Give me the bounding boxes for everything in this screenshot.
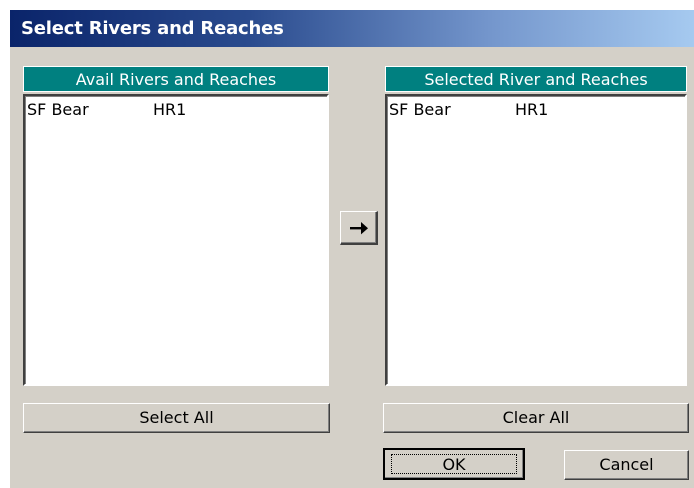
ok-focus-rect: [391, 454, 517, 474]
arrow-right-icon: [350, 222, 368, 235]
selected-item-reach: HR1: [515, 100, 549, 119]
available-item-reach: HR1: [153, 100, 187, 119]
select-all-button[interactable]: Select All: [23, 403, 330, 433]
cancel-label: Cancel: [599, 455, 654, 474]
title-bar[interactable]: Select Rivers and Reaches: [10, 10, 694, 47]
move-right-button[interactable]: [340, 211, 378, 245]
ok-button[interactable]: OK: [383, 448, 525, 480]
select-rivers-dialog: Select Rivers and Reaches Avail Rivers a…: [9, 9, 694, 488]
clear-all-label: Clear All: [502, 408, 570, 427]
available-list-header: Avail Rivers and Reaches: [23, 66, 329, 92]
selected-panel: Selected River and Reaches SF Bear HR1: [385, 66, 687, 386]
available-item-river: SF Bear: [27, 100, 89, 119]
cancel-button[interactable]: Cancel: [564, 450, 689, 480]
available-panel: Avail Rivers and Reaches SF Bear HR1: [23, 66, 329, 386]
selected-item-river: SF Bear: [389, 100, 451, 119]
available-listbox[interactable]: SF Bear HR1: [23, 94, 329, 386]
available-list-item[interactable]: SF Bear HR1: [25, 100, 327, 122]
clear-all-button[interactable]: Clear All: [383, 403, 689, 433]
selected-listbox[interactable]: SF Bear HR1: [385, 94, 687, 386]
selected-list-header: Selected River and Reaches: [385, 66, 687, 92]
dialog-title: Select Rivers and Reaches: [21, 18, 284, 39]
selected-list-item[interactable]: SF Bear HR1: [387, 100, 685, 122]
select-all-label: Select All: [139, 408, 214, 427]
